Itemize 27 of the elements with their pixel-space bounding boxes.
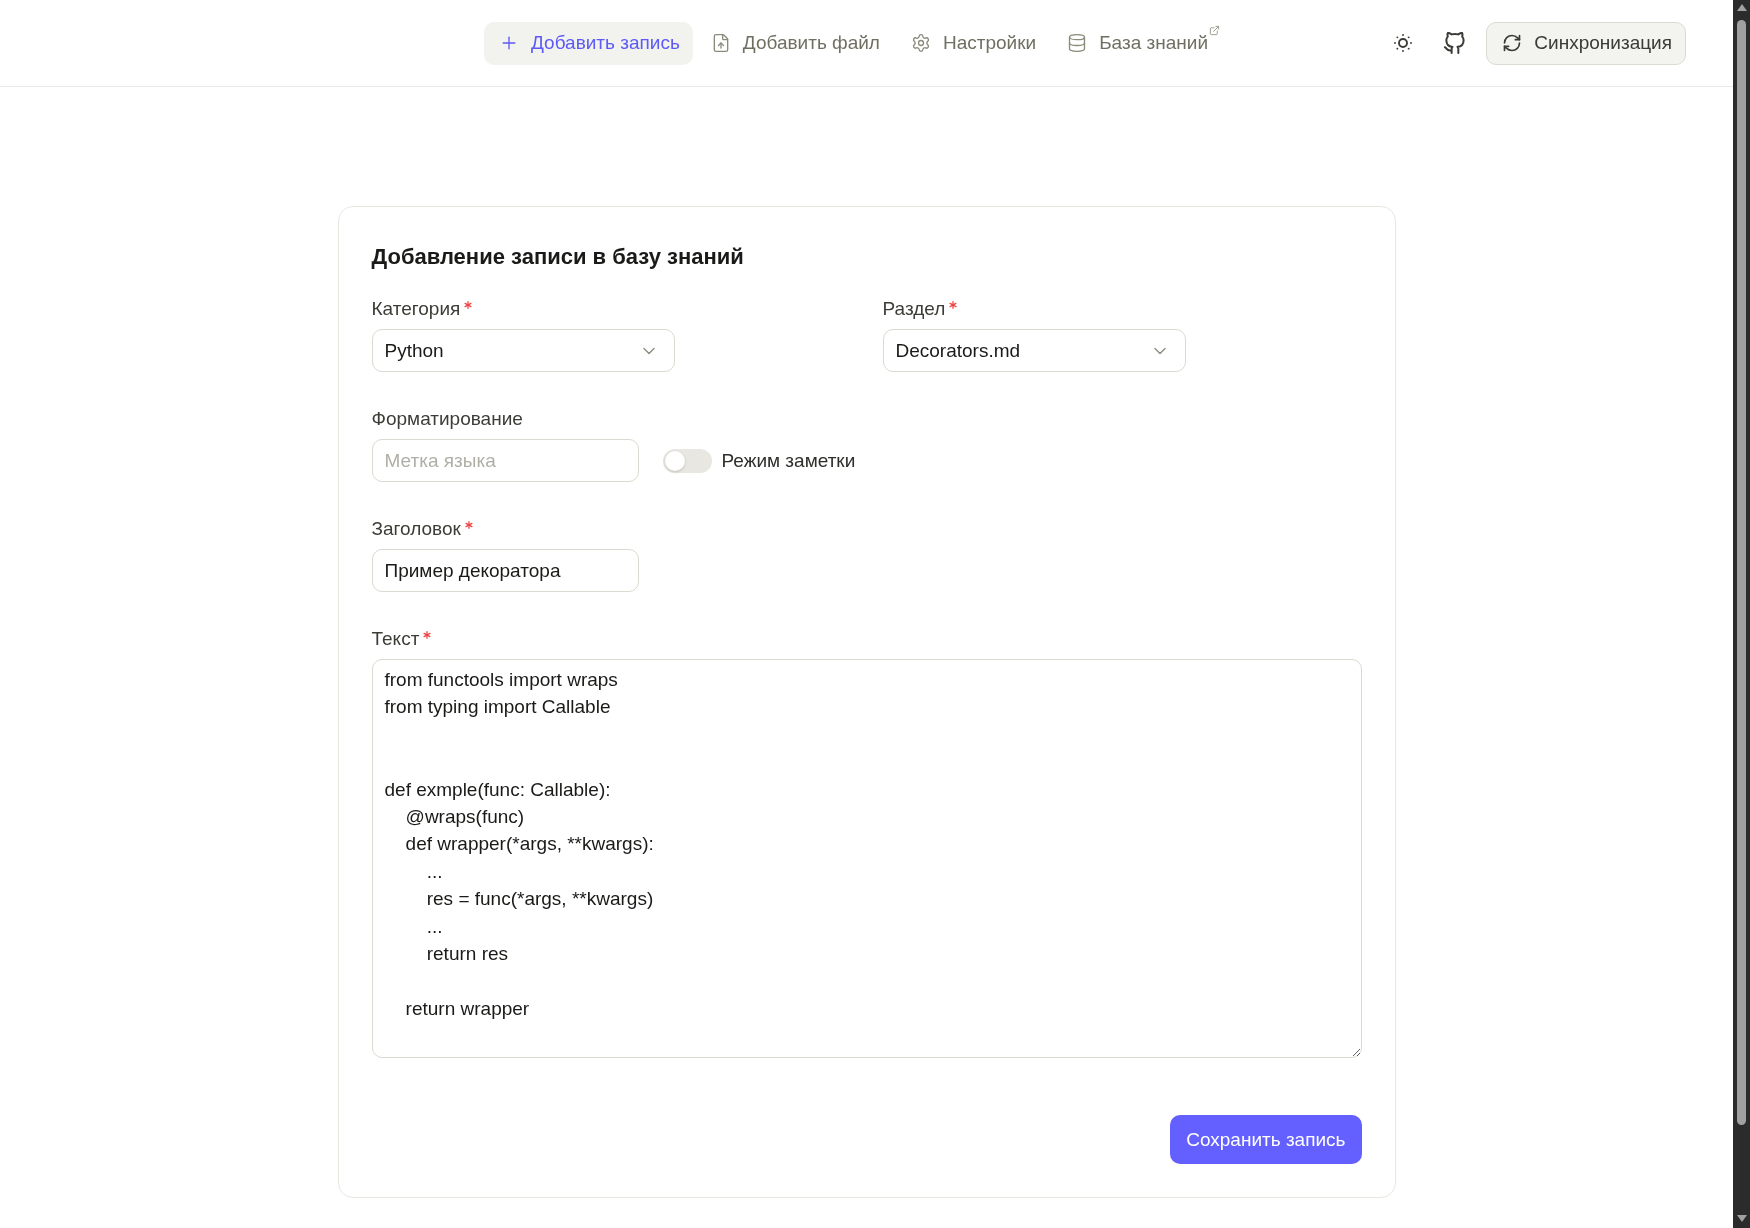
text-area[interactable]: from functools import wraps from typing import Callable def exmple(func: Callable): @wraps(func) def wrapper(*args, **kwargs): ... res = func(*args, **kwargs) ... return res return wrapper xyxy=(371,659,1362,1058)
form-title: Добавление записи в базу знаний xyxy=(371,243,745,271)
toggle-label: Режим заметки xyxy=(721,449,856,472)
field-label: Заголовок xyxy=(371,517,461,541)
nav-tab[interactable]: База знаний xyxy=(1052,21,1233,65)
category-select[interactable]: Python xyxy=(371,329,675,372)
scrollbar[interactable] xyxy=(1733,0,1750,1228)
field-label: Категория xyxy=(371,297,461,321)
section-select[interactable]: Decorators.md xyxy=(882,329,1186,372)
language-input[interactable]: Метка языка xyxy=(371,439,639,482)
scroll-down-arrow-icon[interactable] xyxy=(1736,1215,1747,1222)
github-icon[interactable] xyxy=(1443,31,1467,55)
gear-icon xyxy=(910,33,931,53)
field-label: Форматирование xyxy=(371,407,523,431)
scroll-up-arrow-icon[interactable] xyxy=(1736,4,1747,11)
nav-tab[interactable]: Настройки xyxy=(895,21,1050,65)
title-input[interactable]: Пример декоратора xyxy=(371,549,639,592)
scrollbar-thumb[interactable] xyxy=(1737,20,1746,1125)
toggle-switch[interactable] xyxy=(662,448,712,473)
refresh-icon xyxy=(1502,33,1523,53)
sync-button[interactable]: Синхронизация xyxy=(1486,21,1686,65)
field-label: Текст xyxy=(371,627,420,651)
save-button[interactable]: Сохранить запись xyxy=(1170,1115,1362,1164)
nav-tab[interactable]: Добавить запись xyxy=(484,21,693,65)
nav-tab[interactable]: Добавить файл xyxy=(695,21,893,65)
database-icon xyxy=(1067,33,1088,53)
field-label: Раздел xyxy=(882,297,946,321)
